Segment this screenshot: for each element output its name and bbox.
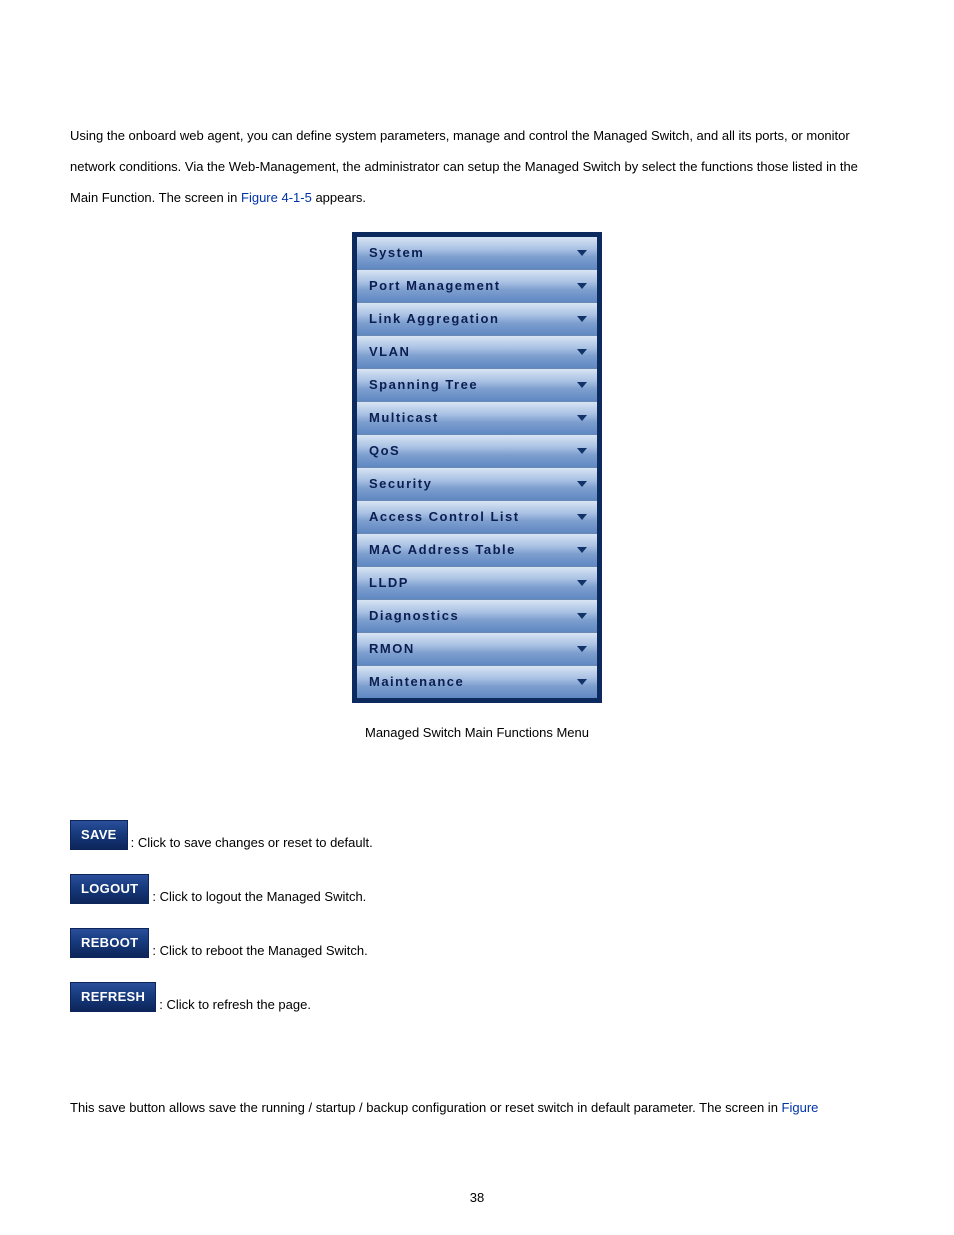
menu-label: Spanning Tree [369,377,478,392]
menu-item-diagnostics[interactable]: Diagnostics [357,600,597,633]
figure-link-footer[interactable]: Figure [782,1100,819,1115]
menu-item-link-aggregation[interactable]: Link Aggregation [357,303,597,336]
menu-item-port-management[interactable]: Port Management [357,270,597,303]
intro-text-pre: Using the onboard web agent, you can def… [70,128,858,205]
menu-label: Maintenance [369,674,464,689]
menu-label: MAC Address Table [369,542,516,557]
menu-label: QoS [369,443,400,458]
menu-label: System [369,245,424,260]
menu-item-mac-address-table[interactable]: MAC Address Table [357,534,597,567]
menu-item-maintenance[interactable]: Maintenance [357,666,597,698]
chevron-down-icon [577,580,587,586]
reboot-desc: : Click to reboot the Managed Switch. [152,943,367,958]
figure-link[interactable]: Figure 4-1-5 [241,190,312,205]
footer-paragraph: This save button allows save the running… [70,1092,884,1123]
chevron-down-icon [577,283,587,289]
intro-paragraph: Using the onboard web agent, you can def… [70,120,884,214]
action-buttons-section: SAVE : Click to save changes or reset to… [70,810,884,1012]
menu-item-spanning-tree[interactable]: Spanning Tree [357,369,597,402]
menu-label: Link Aggregation [369,311,499,326]
chevron-down-icon [577,382,587,388]
menu-caption: Managed Switch Main Functions Menu [70,725,884,740]
chevron-down-icon [577,349,587,355]
menu-item-vlan[interactable]: VLAN [357,336,597,369]
menu-label: Multicast [369,410,439,425]
save-button[interactable]: SAVE [70,820,128,850]
menu-item-acl[interactable]: Access Control List [357,501,597,534]
chevron-down-icon [577,547,587,553]
page-number: 38 [0,1190,954,1205]
menu-item-qos[interactable]: QoS [357,435,597,468]
action-row-save: SAVE : Click to save changes or reset to… [70,810,884,850]
chevron-down-icon [577,481,587,487]
refresh-desc: : Click to refresh the page. [159,997,311,1012]
chevron-down-icon [577,448,587,454]
menu-item-security[interactable]: Security [357,468,597,501]
menu-item-system[interactable]: System [357,237,597,270]
refresh-button[interactable]: REFRESH [70,982,156,1012]
reboot-button[interactable]: REBOOT [70,928,149,958]
menu-item-lldp[interactable]: LLDP [357,567,597,600]
chevron-down-icon [577,679,587,685]
menu-label: RMON [369,641,415,656]
action-row-reboot: REBOOT : Click to reboot the Managed Swi… [70,918,884,958]
page-container: Using the onboard web agent, you can def… [0,0,954,1235]
menu-label: Access Control List [369,509,520,524]
chevron-down-icon [577,514,587,520]
save-desc: : Click to save changes or reset to defa… [131,835,373,850]
main-functions-menu: System Port Management Link Aggregation … [352,232,602,703]
chevron-down-icon [577,316,587,322]
menu-label: Security [369,476,432,491]
menu-label: Diagnostics [369,608,459,623]
menu-label: VLAN [369,344,410,359]
chevron-down-icon [577,250,587,256]
logout-button[interactable]: LOGOUT [70,874,149,904]
action-row-logout: LOGOUT : Click to logout the Managed Swi… [70,864,884,904]
intro-text-post: appears. [312,190,366,205]
logout-desc: : Click to logout the Managed Switch. [152,889,366,904]
menu-label: LLDP [369,575,409,590]
chevron-down-icon [577,415,587,421]
footer-text-pre: This save button allows save the running… [70,1100,782,1115]
chevron-down-icon [577,646,587,652]
action-row-refresh: REFRESH : Click to refresh the page. [70,972,884,1012]
menu-item-multicast[interactable]: Multicast [357,402,597,435]
menu-item-rmon[interactable]: RMON [357,633,597,666]
menu-label: Port Management [369,278,501,293]
chevron-down-icon [577,613,587,619]
